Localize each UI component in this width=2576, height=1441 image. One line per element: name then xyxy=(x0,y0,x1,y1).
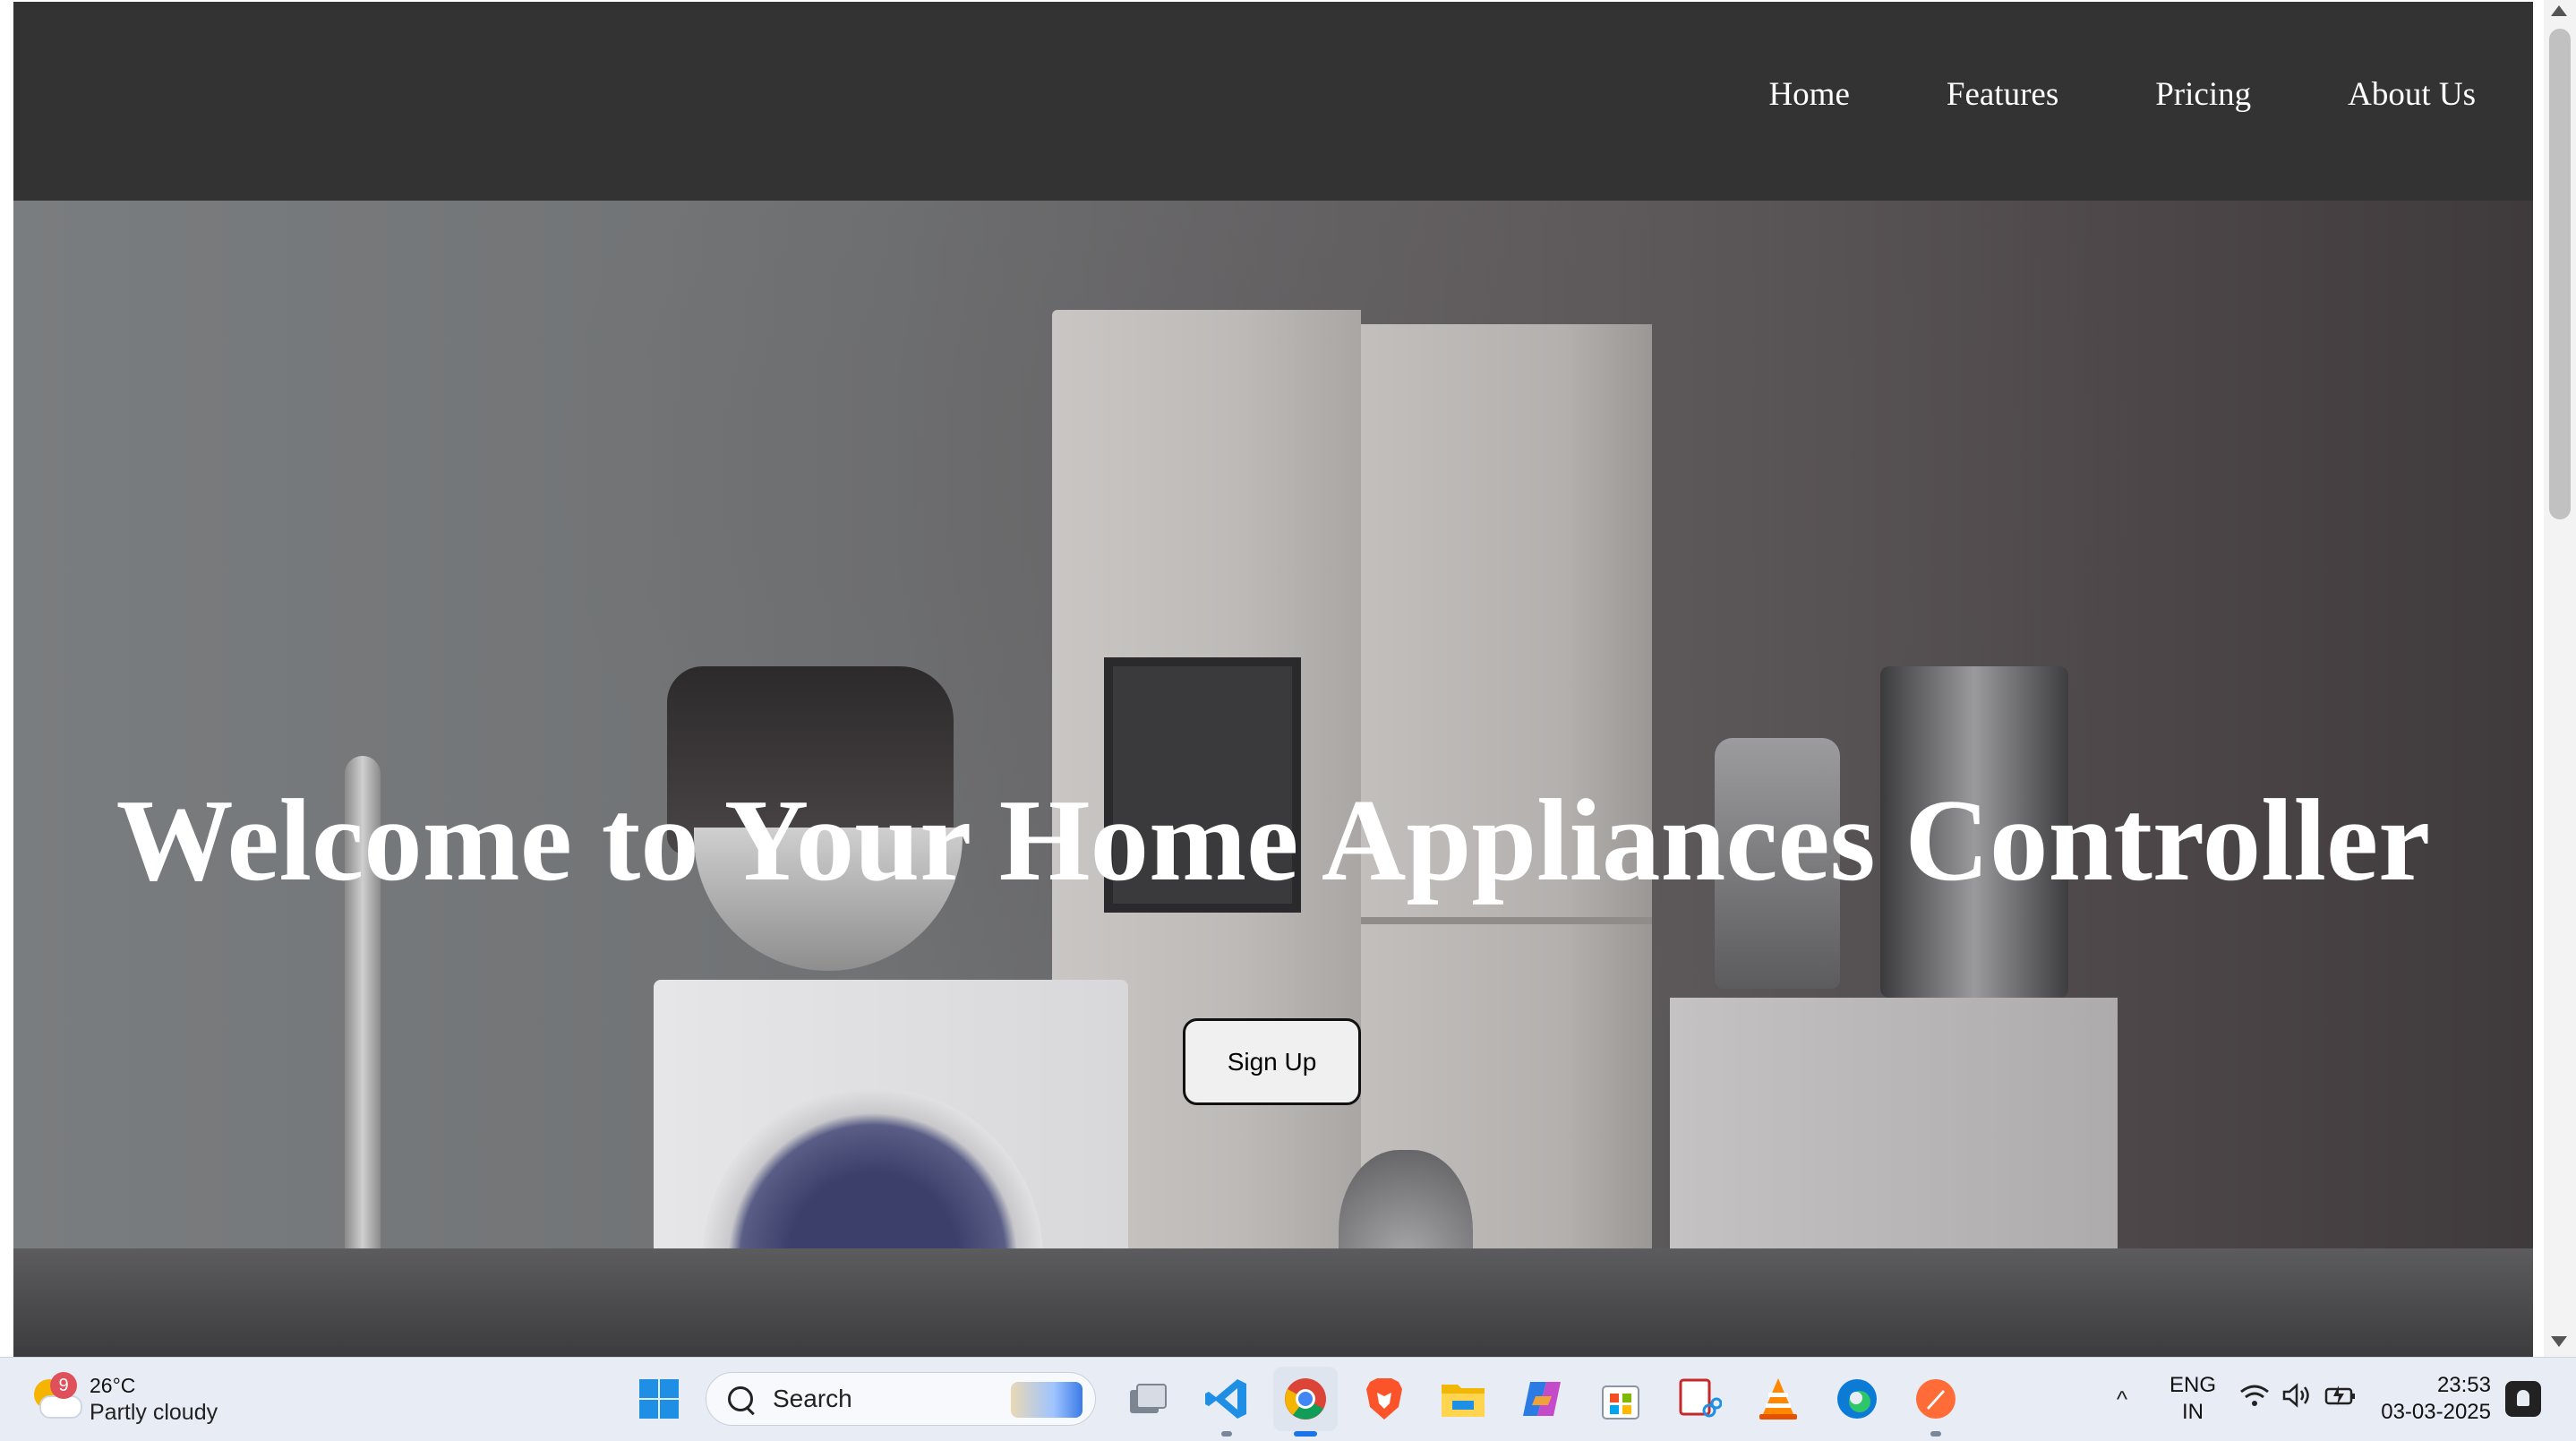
vertical-scrollbar[interactable] xyxy=(2544,0,2576,1357)
snipping-tool-icon xyxy=(1679,1378,1722,1418)
weather-text: 26°C Partly cloudy xyxy=(90,1372,218,1426)
language-code: ENG xyxy=(2169,1373,2216,1397)
chrome-button[interactable] xyxy=(1273,1367,1338,1437)
clock-date: 03-03-2025 xyxy=(2381,1400,2491,1424)
nav-pricing-link[interactable]: Pricing xyxy=(2155,75,2251,115)
fridge-divider xyxy=(1361,917,1652,924)
nav-menu: Home Features Pricing About Us xyxy=(1672,75,2476,115)
edge-icon xyxy=(1837,1379,1877,1419)
hero-section: Welcome to Your Home Appliances Controll… xyxy=(13,201,2533,1357)
browser-page: Home Features Pricing About Us Welcome t… xyxy=(13,2,2533,1357)
vlc-button[interactable] xyxy=(1746,1367,1810,1431)
windows-start-icon xyxy=(639,1379,679,1419)
vscode-icon xyxy=(1205,1379,1246,1419)
weather-widget[interactable]: 9 26°C Partly cloudy xyxy=(27,1372,218,1426)
windows-taskbar: 9 26°C Partly cloudy Search ^ ENG IN 23:… xyxy=(0,1357,2576,1441)
edge-button[interactable] xyxy=(1825,1367,1889,1431)
scroll-down-arrow-icon[interactable] xyxy=(2551,1336,2567,1347)
wifi-icon[interactable] xyxy=(2233,1383,2276,1415)
scrollbar-thumb[interactable] xyxy=(2549,29,2571,519)
task-view-button[interactable] xyxy=(1116,1367,1180,1431)
top-navbar: Home Features Pricing About Us xyxy=(13,2,2533,201)
taskbar-apps: Search xyxy=(627,1367,1982,1437)
running-indicator xyxy=(1930,1431,1941,1437)
weather-temperature: 26°C xyxy=(90,1374,136,1397)
scroll-up-arrow-icon[interactable] xyxy=(2551,5,2567,16)
taskbar-search-box[interactable]: Search xyxy=(706,1372,1096,1426)
postman-button[interactable] xyxy=(1904,1367,1968,1437)
nav-features-link[interactable]: Features xyxy=(1947,75,2058,115)
brave-icon xyxy=(1366,1378,1402,1420)
microsoft-store-button[interactable] xyxy=(1588,1367,1653,1431)
search-highlight-icon xyxy=(1011,1382,1083,1418)
task-view-icon xyxy=(1130,1384,1167,1413)
vlc-icon xyxy=(1759,1378,1797,1420)
nav-about-link[interactable]: About Us xyxy=(2348,75,2476,115)
system-tray: ^ ENG IN 23:53 03-03-2025 xyxy=(2104,1367,2541,1431)
chrome-icon xyxy=(1285,1378,1326,1420)
postman-icon xyxy=(1916,1379,1956,1419)
vscode-button[interactable] xyxy=(1194,1367,1259,1437)
brave-button[interactable] xyxy=(1352,1367,1416,1431)
weather-condition: Partly cloudy xyxy=(90,1400,218,1425)
hero-title: Welcome to Your Home Appliances Controll… xyxy=(116,776,2431,905)
weather-badge: 9 xyxy=(50,1372,77,1399)
search-icon xyxy=(728,1386,753,1411)
notification-bell-icon[interactable] xyxy=(2505,1381,2541,1417)
partly-cloudy-icon: 9 xyxy=(27,1372,82,1426)
show-hidden-icons-chevron-icon[interactable]: ^ xyxy=(2104,1385,2140,1413)
floor-shadow xyxy=(13,1248,2533,1357)
system-clock[interactable]: 23:53 03-03-2025 xyxy=(2375,1372,2491,1426)
sign-up-button[interactable]: Sign Up xyxy=(1183,1018,1361,1105)
input-language-indicator[interactable]: ENG IN xyxy=(2152,1372,2233,1426)
volume-icon[interactable] xyxy=(2276,1383,2319,1415)
nav-home-link[interactable]: Home xyxy=(1768,75,1849,115)
file-explorer-button[interactable] xyxy=(1431,1367,1495,1431)
microsoft-store-icon xyxy=(1602,1385,1639,1420)
file-explorer-icon xyxy=(1442,1385,1485,1417)
start-button[interactable] xyxy=(627,1367,691,1431)
search-label: Search xyxy=(773,1385,852,1412)
snipping-tool-button[interactable] xyxy=(1667,1367,1732,1431)
cloud-shape xyxy=(39,1395,82,1419)
region-code: IN xyxy=(2182,1400,2204,1424)
active-indicator xyxy=(1294,1431,1317,1437)
clock-time: 23:53 xyxy=(2436,1373,2491,1397)
running-indicator xyxy=(1221,1431,1232,1437)
copilot-button[interactable] xyxy=(1510,1367,1574,1431)
battery-charging-icon[interactable] xyxy=(2319,1384,2362,1414)
copilot-icon xyxy=(1523,1382,1561,1416)
